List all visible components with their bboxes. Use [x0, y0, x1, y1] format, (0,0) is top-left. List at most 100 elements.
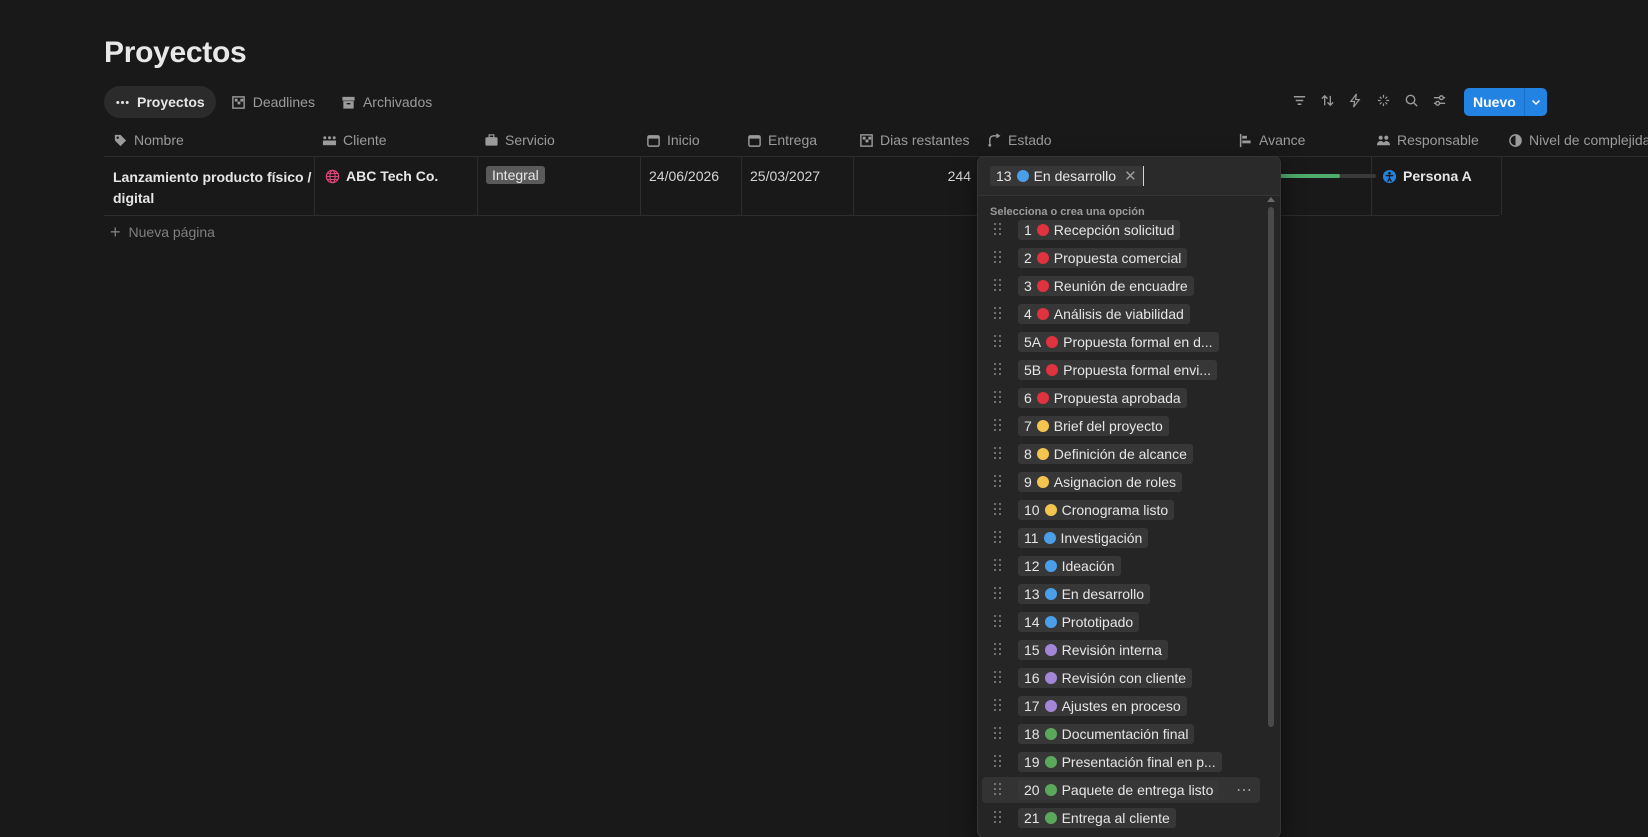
drag-handle-icon[interactable]	[994, 363, 1004, 377]
status-pill: 19 Presentación final en p...	[1018, 752, 1222, 772]
progress-bar	[1280, 174, 1376, 178]
sparkle-icon[interactable]	[1375, 92, 1391, 108]
drag-handle-icon[interactable]	[994, 783, 1004, 797]
drag-handle-icon[interactable]	[994, 671, 1004, 685]
status-dot-icon	[1036, 224, 1049, 236]
scrollbar[interactable]	[1268, 207, 1274, 727]
client-name: ABC Tech Co.	[346, 168, 439, 184]
drag-handle-icon[interactable]	[994, 251, 1004, 265]
sort-icon[interactable]	[1319, 92, 1335, 108]
drag-handle-icon[interactable]	[994, 699, 1004, 713]
status-number: 14	[1024, 614, 1040, 630]
filter-icon[interactable]	[1291, 92, 1307, 108]
search-icon[interactable]	[1403, 92, 1419, 108]
drag-handle-icon[interactable]	[994, 307, 1004, 321]
drag-handle-icon[interactable]	[994, 335, 1004, 349]
column-header-servicio[interactable]: Servicio	[484, 124, 555, 156]
status-option[interactable]: 14 Prototipado	[982, 609, 1260, 635]
status-number: 18	[1024, 726, 1040, 742]
column-header-nivel-complejidad[interactable]: Nivel de complejidad	[1508, 124, 1648, 156]
cell-cliente[interactable]: ABC Tech Co.	[315, 157, 478, 215]
status-option[interactable]: 1 Recepción solicitud	[982, 217, 1260, 243]
status-option[interactable]: 2 Propuesta comercial	[982, 245, 1260, 271]
new-options-button[interactable]	[1523, 88, 1547, 116]
drag-handle-icon[interactable]	[994, 391, 1004, 405]
status-option[interactable]: 12 Ideación	[982, 553, 1260, 579]
status-option[interactable]: 19 Presentación final en p...	[982, 749, 1260, 775]
status-dot-icon	[1044, 700, 1057, 712]
scroll-up-arrow-icon[interactable]	[1267, 197, 1275, 202]
drag-handle-icon[interactable]	[994, 503, 1004, 517]
status-number: 10	[1024, 502, 1040, 518]
drag-handle-icon[interactable]	[994, 727, 1004, 741]
person-name: Persona A	[1403, 168, 1472, 184]
status-pill: 15 Revisión interna	[1018, 640, 1168, 660]
cell-dias-restantes[interactable]: 244	[854, 157, 979, 215]
drag-handle-icon[interactable]	[994, 559, 1004, 573]
status-option[interactable]: 3 Reunión de encuadre	[982, 273, 1260, 299]
status-option[interactable]: 18 Documentación final	[982, 721, 1260, 747]
tab-deadlines[interactable]: Deadlines	[220, 86, 326, 118]
cell-nombre[interactable]: Lanzamiento producto físico / digital	[104, 157, 315, 215]
cell-inicio[interactable]: 24/06/2026	[641, 157, 742, 215]
column-header-nombre[interactable]: Nombre	[113, 124, 184, 156]
tab-archivados[interactable]: Archivados	[330, 86, 443, 118]
cell-servicio[interactable]: Integral	[478, 157, 641, 215]
lightning-icon[interactable]	[1347, 92, 1363, 108]
status-option[interactable]: 11 Investigación	[982, 525, 1260, 551]
drag-handle-icon[interactable]	[994, 531, 1004, 545]
drag-handle-icon[interactable]	[994, 811, 1004, 825]
progress-fill	[1280, 174, 1340, 178]
cell-entrega[interactable]: 25/03/2027	[742, 157, 854, 215]
new-button[interactable]: Nuevo	[1464, 88, 1524, 116]
status-pill: 7 Brief del proyecto	[1018, 416, 1169, 436]
start-date: 24/06/2026	[649, 168, 720, 184]
drag-handle-icon[interactable]	[994, 643, 1004, 657]
drag-handle-icon[interactable]	[994, 419, 1004, 433]
status-option[interactable]: 8 Definición de alcance	[982, 441, 1260, 467]
person-avatar-icon	[1382, 169, 1397, 183]
drag-handle-icon[interactable]	[994, 587, 1004, 601]
column-header-inicio[interactable]: Inicio	[646, 124, 700, 156]
cell-responsable[interactable]: Persona A	[1372, 157, 1502, 215]
settings-sliders-icon[interactable]	[1431, 92, 1447, 108]
drag-handle-icon[interactable]	[994, 223, 1004, 237]
status-option[interactable]: 16 Revisión con cliente	[982, 665, 1260, 691]
new-page-button[interactable]: + Nueva página	[110, 222, 215, 242]
drag-handle-icon[interactable]	[994, 447, 1004, 461]
status-label: Prototipado	[1061, 614, 1134, 630]
column-header-avance[interactable]: Avance	[1238, 124, 1305, 156]
close-icon[interactable]: ✕	[1124, 167, 1137, 185]
drag-handle-icon[interactable]	[994, 279, 1004, 293]
table-row[interactable]: Lanzamiento producto físico / digital AB…	[104, 157, 1502, 216]
drag-handle-icon[interactable]	[994, 475, 1004, 489]
status-option[interactable]: 10 Cronograma listo	[982, 497, 1260, 523]
client-link[interactable]: ABC Tech Co.	[325, 168, 438, 184]
status-option[interactable]: 5A Propuesta formal en d...	[982, 329, 1260, 355]
column-header-entrega[interactable]: Entrega	[747, 124, 817, 156]
status-label: Propuesta comercial	[1053, 250, 1182, 266]
drag-handle-icon[interactable]	[994, 755, 1004, 769]
status-option[interactable]: 21 Entrega al cliente	[982, 805, 1260, 831]
status-option[interactable]: 17 Ajustes en proceso	[982, 693, 1260, 719]
status-option[interactable]: 9 Asignacion de roles	[982, 469, 1260, 495]
status-label: Propuesta aprobada	[1053, 390, 1181, 406]
status-option[interactable]: 20 Paquete de entrega listo ⋯	[982, 777, 1260, 803]
status-option[interactable]: 6 Propuesta aprobada	[982, 385, 1260, 411]
column-header-cliente[interactable]: Cliente	[322, 124, 387, 156]
drag-handle-icon[interactable]	[994, 615, 1004, 629]
status-option[interactable]: 15 Revisión interna	[982, 637, 1260, 663]
more-options-icon[interactable]: ⋯	[1236, 780, 1252, 800]
status-option[interactable]: 7 Brief del proyecto	[982, 413, 1260, 439]
status-option[interactable]: 5B Propuesta formal envi...	[982, 357, 1260, 383]
person-chip[interactable]: Persona A	[1382, 168, 1472, 184]
column-header-responsable[interactable]: Responsable	[1376, 124, 1479, 156]
column-header-estado[interactable]: Estado	[987, 124, 1052, 156]
column-header-dias-restantes[interactable]: Dias restantes	[859, 124, 969, 156]
status-search-input[interactable]: 13 En desarrollo ✕	[978, 157, 1280, 196]
plus-icon: +	[110, 222, 121, 242]
status-option[interactable]: 13 En desarrollo	[982, 581, 1260, 607]
cell-avance[interactable]	[1280, 157, 1376, 215]
tab-proyectos[interactable]: Proyectos	[104, 86, 216, 118]
status-option[interactable]: 4 Análisis de viabilidad	[982, 301, 1260, 327]
